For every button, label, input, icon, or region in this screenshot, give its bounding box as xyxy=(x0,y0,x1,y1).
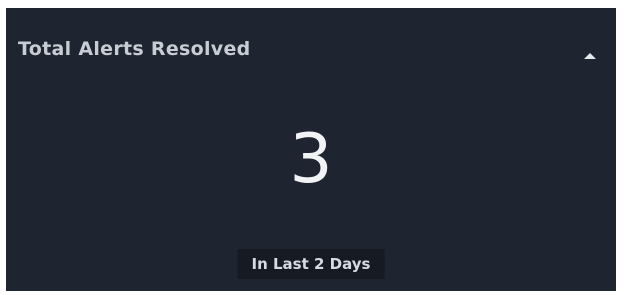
widget-title: Total Alerts Resolved xyxy=(18,38,251,60)
total-alerts-resolved-widget: Total Alerts Resolved 3 In Last 2 Days xyxy=(6,8,616,291)
alerts-resolved-count: 3 xyxy=(289,120,333,199)
widget-header: Total Alerts Resolved xyxy=(6,8,616,98)
caret-up-icon xyxy=(584,53,596,59)
collapse-button[interactable] xyxy=(576,44,604,68)
page-background: Total Alerts Resolved 3 In Last 2 Days xyxy=(0,0,624,295)
time-period-label: In Last 2 Days xyxy=(237,249,385,279)
